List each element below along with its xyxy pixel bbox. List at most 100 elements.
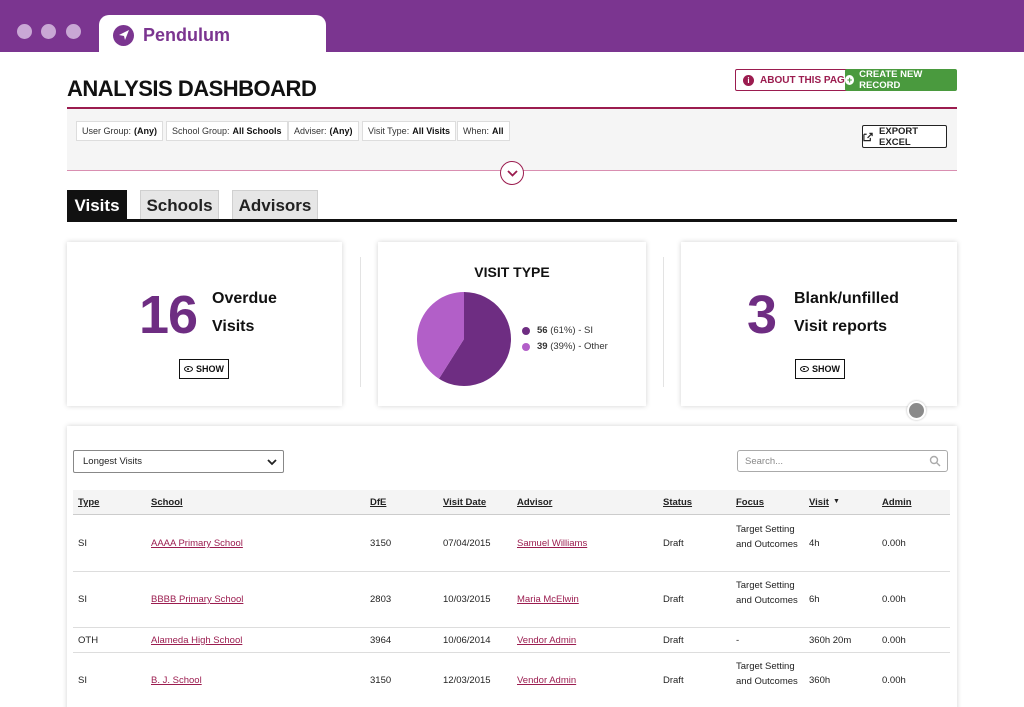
cell-school-link[interactable]: BBBB Primary School (151, 594, 243, 605)
sort-select[interactable]: Longest Visits (73, 450, 284, 473)
window-minimize-dot[interactable] (41, 24, 56, 39)
tab-schools[interactable]: Schools (140, 190, 219, 221)
cell-type: SI (78, 594, 87, 605)
filter-value: All Visits (412, 126, 451, 136)
table-row: SI B. J. School 3150 12/03/2015 Vendor Admin… (73, 653, 950, 707)
blank-reports-label-line2: Visit reports (794, 318, 888, 335)
app-name: Pendulum (143, 24, 231, 45)
cell-school-link[interactable]: B. J. School (151, 675, 202, 686)
column-header-admin[interactable]: Admin (882, 497, 912, 508)
show-blank-reports-button[interactable]: SHOW (795, 359, 845, 379)
scroll-indicator-dot[interactable] (907, 401, 926, 420)
legend-item-si: 56 (61%) - SI (522, 325, 593, 336)
cell-status: Draft (663, 538, 684, 549)
window-maximize-dot[interactable] (66, 24, 81, 39)
export-excel-button[interactable]: EXPORT EXCEL (862, 125, 947, 148)
filter-chip-school-group[interactable]: School Group: All Schools (166, 121, 288, 141)
cell-admin: 0.00h (882, 675, 906, 686)
column-header-advisor[interactable]: Advisor (517, 497, 552, 508)
table-header: Type School DfE Visit Date Advisor Statu… (73, 490, 950, 515)
table-row: SI AAAA Primary School 3150 07/04/2015 Samue… (73, 516, 950, 572)
cell-status: Draft (663, 675, 684, 686)
chevron-down-icon (506, 169, 518, 177)
create-record-button[interactable]: + CREATE NEW RECORD (845, 69, 957, 91)
window-close-dot[interactable] (17, 24, 32, 39)
cell-advisor-link[interactable]: Vendor Admin (517, 635, 576, 646)
cell-visit: 4h (809, 538, 820, 549)
cell-advisor-link[interactable]: Vendor Admin (517, 675, 576, 686)
visits-table-panel: Longest Visits Search... Type School DfE… (67, 426, 957, 707)
filter-chip-visit-type[interactable]: Visit Type: All Visits (362, 121, 457, 141)
blank-reports-card: 3 Blank/unfilled Visit reports SHOW (681, 242, 957, 406)
cell-visit: 6h (809, 594, 820, 605)
browser-tab[interactable]: Pendulum (99, 15, 326, 55)
filter-chip-adviser[interactable]: Adviser: (Any) (288, 121, 359, 141)
filter-chip-when[interactable]: When: All (457, 121, 510, 141)
cell-admin: 0.00h (882, 594, 906, 605)
column-header-visit[interactable]: Visit (809, 497, 829, 508)
search-input[interactable]: Search... (737, 450, 948, 472)
cell-type: SI (78, 675, 87, 686)
table-row: OTH Alameda High School 3964 10/06/2014 Vend… (73, 628, 950, 653)
cell-visit-date: 07/04/2015 (443, 538, 491, 549)
cell-school-link[interactable]: AAAA Primary School (151, 538, 243, 549)
cell-advisor-link[interactable]: Samuel Williams (517, 538, 587, 549)
legend-detail: (39%) - Other (550, 341, 608, 352)
page-content: ANALYSIS DASHBOARD i ABOUT THIS PAGE + C… (0, 52, 1024, 707)
blank-reports-label-line1: Blank/unfilled (794, 290, 899, 307)
tab-label: Visits (74, 195, 120, 215)
show-label: SHOW (812, 364, 840, 374)
cell-focus: Target Setting and Outcomes (736, 523, 798, 550)
cell-advisor-link[interactable]: Maria McElwin (517, 594, 579, 605)
cell-admin: 0.00h (882, 538, 906, 549)
legend-count: 39 (537, 341, 548, 352)
legend-detail: (61%) - SI (550, 325, 593, 336)
column-header-focus[interactable]: Focus (736, 497, 764, 508)
column-header-status[interactable]: Status (663, 497, 692, 508)
visit-type-pie-chart (417, 292, 511, 386)
show-overdue-button[interactable]: SHOW (179, 359, 229, 379)
cell-focus: Target Setting and Outcomes (736, 660, 798, 687)
cell-visit-date: 12/03/2015 (443, 675, 491, 686)
browser-chrome: Pendulum (0, 0, 1024, 55)
filter-chip-user-group[interactable]: User Group: (Any) (76, 121, 164, 141)
cell-focus: - (736, 634, 740, 646)
cell-dfe: 3964 (370, 634, 392, 646)
cell-focus: Target Setting and Outcomes (736, 579, 798, 606)
filter-value: All Schools (232, 126, 282, 136)
expand-filters-toggle[interactable] (500, 161, 524, 185)
column-header-visit-date[interactable]: Visit Date (443, 497, 486, 508)
eye-icon (184, 366, 193, 372)
cell-school-link[interactable]: Alameda High School (151, 635, 242, 646)
column-header-type[interactable]: Type (78, 497, 99, 508)
tab-label: Advisors (238, 196, 312, 215)
card-divider (360, 257, 361, 387)
export-icon (863, 132, 873, 141)
plus-icon: + (845, 74, 855, 85)
create-record-label: CREATE NEW RECORD (859, 69, 923, 91)
legend-swatch-si (522, 326, 530, 335)
tab-visits[interactable]: Visits (67, 190, 127, 221)
overdue-label-line2: Visits (212, 318, 255, 335)
filter-label: Visit Type: (368, 126, 410, 136)
blank-reports-label: Blank/unfilled Visit reports (794, 285, 899, 341)
overdue-label: Overdue Visits (212, 285, 277, 341)
tab-label: Schools (146, 196, 213, 215)
about-page-label: ABOUT THIS PAGE (760, 74, 852, 86)
card-divider (663, 257, 664, 387)
column-header-dfe[interactable]: DfE (370, 497, 386, 508)
filter-value: (Any) (329, 126, 353, 136)
eye-icon (800, 366, 809, 372)
tab-advisors[interactable]: Advisors (232, 190, 318, 221)
cell-visit-date: 10/03/2015 (443, 594, 491, 605)
about-page-button[interactable]: i ABOUT THIS PAGE (735, 69, 860, 91)
chevron-down-icon (267, 459, 277, 466)
cell-visit-date: 10/06/2014 (443, 634, 491, 646)
cell-status: Draft (663, 594, 684, 605)
legend-swatch-other (522, 342, 530, 351)
column-header-school[interactable]: School (151, 497, 183, 508)
cell-visit: 360h 20m (809, 634, 852, 646)
filter-label: Adviser: (294, 126, 327, 136)
filter-value: All (492, 126, 504, 136)
cell-type: OTH (78, 634, 99, 646)
